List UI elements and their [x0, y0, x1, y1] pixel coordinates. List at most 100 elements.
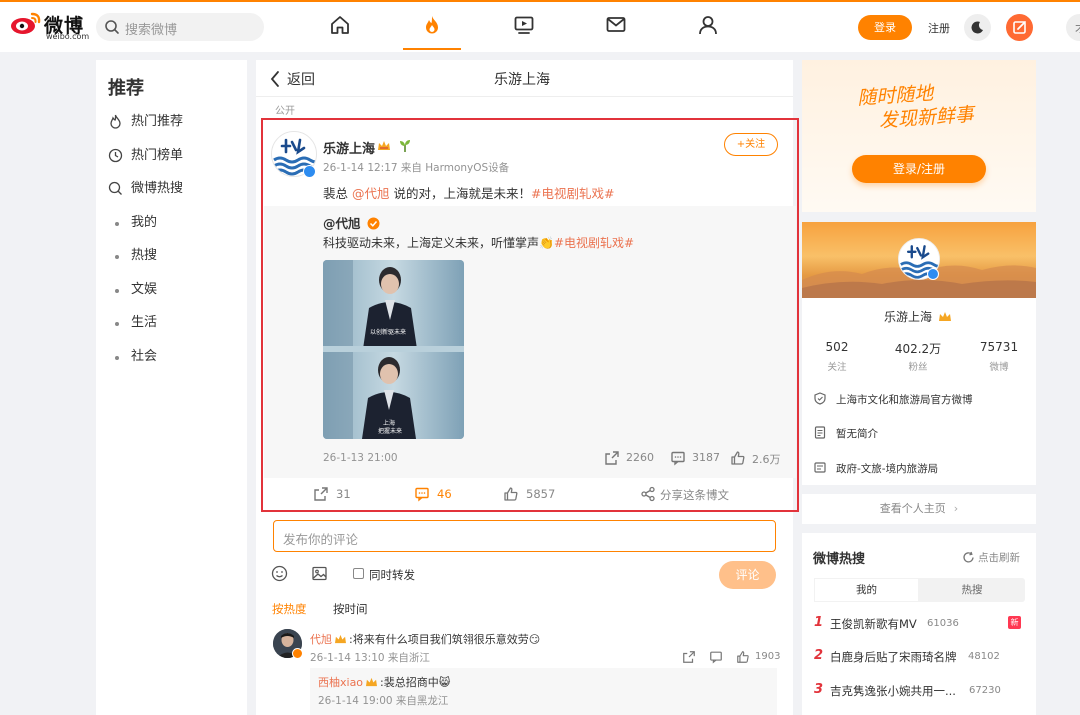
video-icon[interactable]: [513, 14, 537, 38]
moon-icon: [971, 21, 983, 34]
refresh-button[interactable]: 点击刷新: [962, 550, 1020, 565]
emoji-icon[interactable]: [271, 565, 288, 582]
hot-count: 61036: [927, 618, 959, 629]
sort-by-hot-tab[interactable]: 按热度: [272, 601, 307, 617]
sidebar-item-label: 热门榜单: [131, 148, 184, 163]
following-count[interactable]: 502: [812, 340, 862, 354]
hot-count: 48102: [968, 651, 1000, 662]
sidebar-item-label: 热门推荐: [131, 114, 184, 129]
forward-icon[interactable]: [682, 650, 696, 664]
reply-user-link[interactable]: 西柚xiao: [318, 676, 363, 689]
refresh-label: 点击刷新: [978, 552, 1020, 564]
hot-icon[interactable]: [421, 14, 445, 38]
bullet-icon: [115, 255, 119, 259]
profile-bio-info: 暂无简介: [814, 426, 1024, 442]
comment-input[interactable]: 发布你的评论: [273, 520, 776, 552]
hot-rank: 1: [814, 615, 824, 630]
back-button[interactable]: 返回: [287, 69, 315, 89]
sidebar-item-hot-list[interactable]: 热门榜单: [108, 144, 238, 168]
active-tab-indicator: [403, 48, 461, 50]
reply-meta: 26-1-14 19:00 来自黑龙江: [318, 695, 449, 707]
search-icon: [108, 181, 122, 195]
comment-submit-button[interactable]: 评论: [719, 561, 776, 589]
sidebar-item-label: 微博热搜: [131, 181, 184, 196]
info-text: 暂无简介: [836, 428, 878, 440]
info-text: 政府-文旅-境内旅游局: [836, 463, 939, 475]
slogan: 随时随地 发现新鲜事: [856, 78, 989, 135]
posts-count[interactable]: 75731: [974, 340, 1024, 354]
message-icon[interactable]: [605, 14, 629, 38]
hot-count: 67230: [969, 685, 1001, 696]
weibo-eye-icon: [11, 12, 41, 34]
view-profile-label: 查看个人主页: [879, 502, 946, 515]
back-arrow-icon[interactable]: [269, 70, 281, 88]
profile-icon[interactable]: [697, 14, 721, 38]
view-profile-link[interactable]: 查看个人主页 ›: [802, 494, 1036, 524]
highlight-frame: [261, 118, 799, 512]
hot-search-item[interactable]: 2 白鹿身后贴了宋雨琦名牌 48102: [814, 648, 1026, 666]
sidebar-item-label: 文娱: [131, 282, 158, 297]
comment-user-link[interactable]: 代旭: [310, 633, 332, 646]
crown-icon: [938, 312, 951, 321]
hot-search-title: 微博热搜: [813, 552, 866, 567]
following-label: 关注: [827, 362, 847, 373]
comment-meta: 26-1-14 13:10 来自浙江: [310, 652, 430, 664]
forward-label: 同时转发: [369, 568, 415, 582]
sidebar-item-label: 生活: [131, 315, 158, 330]
compose-button[interactable]: [1006, 14, 1033, 41]
register-link[interactable]: 注册: [928, 20, 950, 36]
comment-icon[interactable]: [709, 650, 723, 664]
bullet-icon: [115, 356, 119, 360]
comment-text: 代旭 :将来有什么项目我们筑翎很乐意效劳😏: [310, 631, 540, 647]
tag-icon: [814, 462, 826, 473]
sidebar-item-society[interactable]: 社会: [108, 345, 238, 369]
image-icon[interactable]: [311, 565, 328, 582]
login-register-button[interactable]: 登录/注册: [852, 155, 986, 183]
search-input[interactable]: 搜索微博: [96, 13, 264, 41]
home-icon[interactable]: [329, 14, 353, 38]
thumbs-up-icon[interactable]: [736, 650, 750, 664]
chevron-right-icon: ›: [953, 502, 959, 515]
sidebar-item-label: 我的: [131, 215, 158, 230]
sidebar-item-mine[interactable]: 我的: [108, 211, 238, 235]
hot-search-item[interactable]: 3 吉克隽逸张小婉共用一... 67230: [814, 682, 1026, 700]
reply-text: 西柚xiao:裴总招商中😸: [318, 674, 450, 690]
compose-icon: [1013, 21, 1026, 34]
profile-verification-info: 上海市文化和旅游局官方微博: [814, 392, 1024, 408]
hot-text: 王俊凯新歌有MV: [830, 617, 917, 631]
document-icon: [814, 426, 826, 439]
info-text: 上海市文化和旅游局官方微博: [836, 394, 973, 406]
profile-name[interactable]: 乐游上海: [884, 308, 952, 325]
comment-like-count: 1903: [755, 651, 781, 662]
more-button-label: 才: [1075, 20, 1080, 36]
hot-search-item[interactable]: 1 王俊凯新歌有MV 61036: [814, 615, 1026, 633]
verified-badge-icon: [927, 268, 939, 280]
followers-label: 粉丝: [908, 362, 928, 373]
profile-name-text: 乐游上海: [884, 310, 933, 324]
sidebar-item-entertainment[interactable]: 文娱: [108, 278, 238, 302]
forward-checkbox[interactable]: [353, 568, 364, 579]
sidebar-item-trending[interactable]: 热搜: [108, 244, 238, 268]
flame-icon: [110, 114, 121, 129]
divider: [256, 96, 793, 97]
sort-by-time-tab[interactable]: 按时间: [333, 601, 368, 617]
hot-rank: 3: [814, 682, 824, 697]
visibility-label: 公开: [275, 106, 295, 117]
sidebar-item-hot-recommend[interactable]: 热门推荐: [108, 110, 238, 134]
profile-category-info: 政府-文旅-境内旅游局: [814, 461, 1024, 477]
refresh-icon: [963, 551, 974, 563]
hot-text: 白鹿身后贴了宋雨琦名牌: [830, 650, 957, 664]
weibo-logo[interactable]: 微博 weibo.com: [10, 10, 90, 41]
vip-badge-icon: [292, 648, 303, 659]
tab-mine[interactable]: 我的: [814, 578, 919, 602]
sidebar-item-hot-search[interactable]: 微博热搜: [108, 177, 238, 201]
comment-body: :将来有什么项目我们筑翎很乐意效劳😏: [349, 633, 541, 646]
crown-icon: [335, 634, 346, 644]
followers-count[interactable]: 402.2万: [888, 340, 948, 357]
sidebar-item-life[interactable]: 生活: [108, 311, 238, 335]
clock-icon: [108, 148, 123, 163]
login-button[interactable]: 登录: [858, 15, 912, 40]
dark-mode-button[interactable]: [964, 14, 991, 41]
bullet-icon: [115, 289, 119, 293]
tab-trending[interactable]: 热搜: [919, 578, 1025, 602]
